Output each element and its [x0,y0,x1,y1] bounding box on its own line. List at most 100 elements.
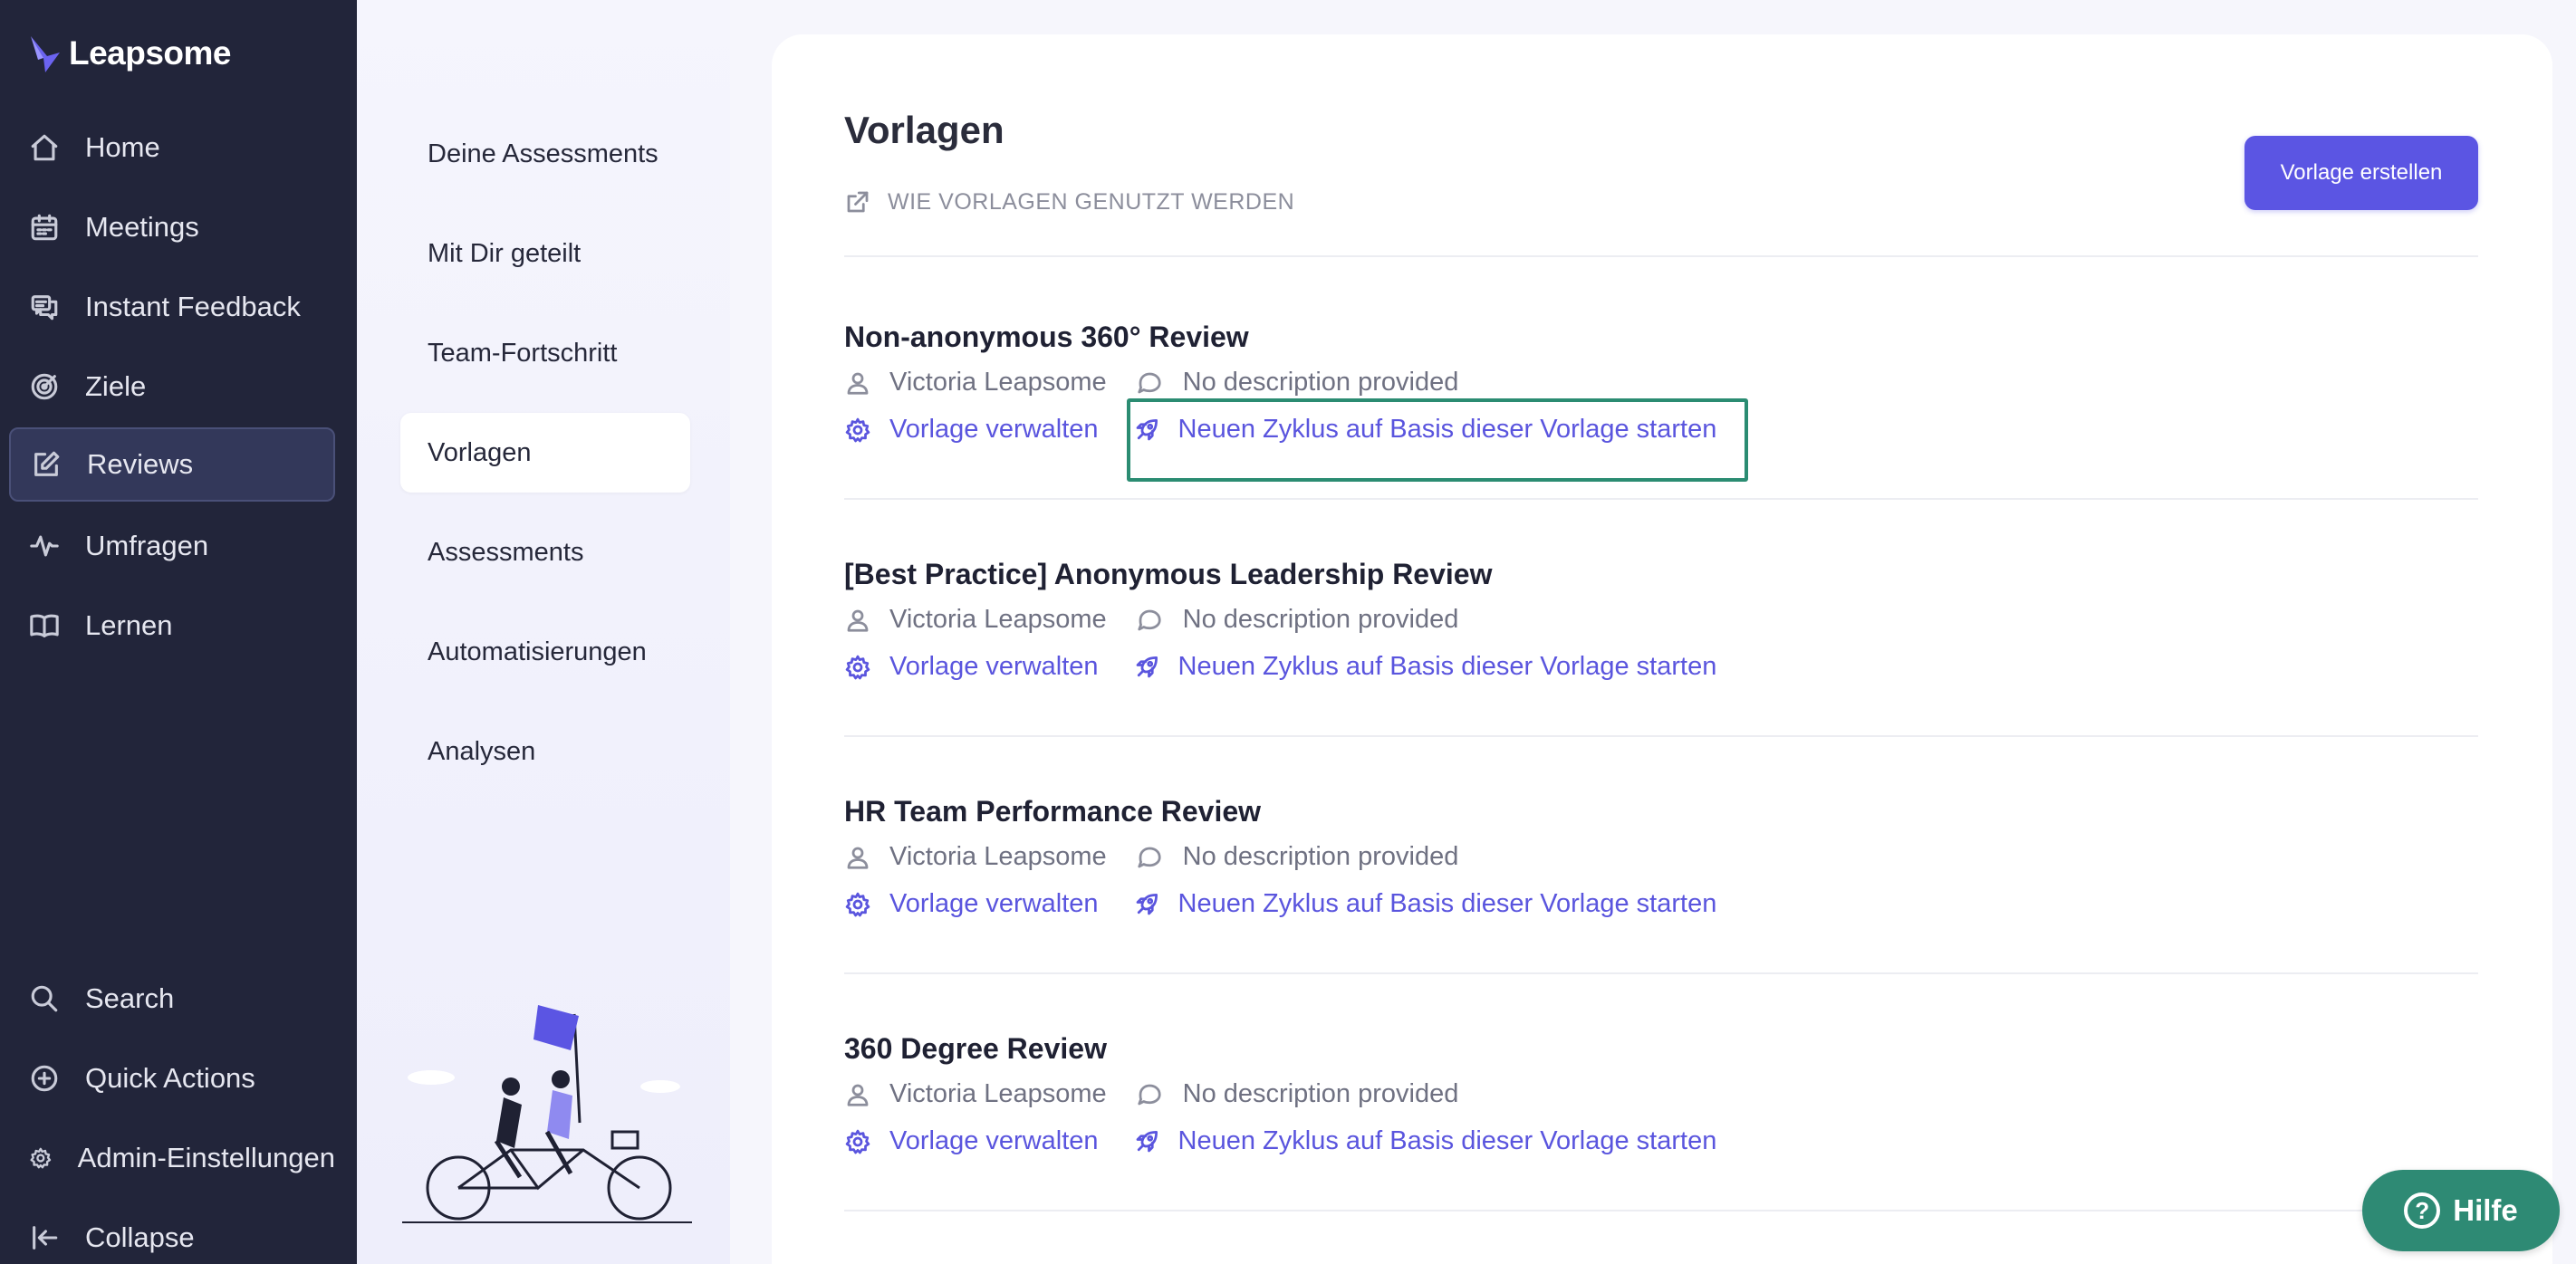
subnav-item-automatisierungen[interactable]: Automatisierungen [400,612,690,692]
divider [844,498,2478,500]
rocket-icon [1136,418,1158,440]
start-cycle-link[interactable]: Neuen Zyklus auf Basis dieser Vorlage st… [1133,1126,1717,1156]
target-icon [31,373,58,400]
start-cycle-label: Neuen Zyklus auf Basis dieser Vorlage st… [1177,889,1717,918]
start-cycle-label: Neuen Zyklus auf Basis dieser Vorlage st… [1177,1126,1717,1155]
sidebar-item-admin-settings[interactable]: Admin-Einstellungen [9,1121,335,1195]
user-icon [847,847,869,869]
template-description: No description provided [1182,842,1459,871]
sidebar-item-label: Umfragen [85,530,209,561]
sidebar-item-lernen[interactable]: Lernen [9,589,335,663]
subnav-item-analysen[interactable]: Analysen [400,712,690,791]
template-item: Non-anonymous 360° Review Victoria Leaps… [844,321,2478,502]
sidebar-item-quick-actions[interactable]: Quick Actions [9,1041,335,1116]
manage-template-label: Vorlage verwalten [889,652,1099,681]
template-title: HR Team Performance Review [844,795,1262,828]
start-cycle-label: Neuen Zyklus auf Basis dieser Vorlage st… [1177,652,1717,681]
template-description: No description provided [1182,605,1459,634]
template-description: No description provided [1182,1079,1459,1108]
template-actions: Vorlage verwalten Neuen Zyklus auf Basis… [844,889,1716,919]
manage-template-link[interactable]: Vorlage verwalten [844,1126,1099,1156]
sidebar-item-search[interactable]: Search [9,962,335,1036]
sidebar-item-label: Instant Feedback [85,291,301,322]
search-icon [31,985,58,1012]
leapsome-logo[interactable]: Leapsome [27,31,232,76]
chat-bubbles-icon [31,295,58,321]
sidebar-item-label: Lernen [85,609,173,641]
manage-template-label: Vorlage verwalten [889,889,1099,918]
manage-template-link[interactable]: Vorlage verwalten [844,652,1099,682]
start-cycle-link[interactable]: Neuen Zyklus auf Basis dieser Vorlage st… [1133,889,1717,919]
template-actions: Vorlage verwalten Neuen Zyklus auf Basis… [844,652,1716,682]
start-cycle-link[interactable]: Neuen Zyklus auf Basis dieser Vorlage st… [1133,652,1717,682]
subnav-item-deine-assessments[interactable]: Deine Assessments [400,114,690,194]
sidebar-item-label: Meetings [85,211,199,243]
gear-icon [845,417,870,442]
sidebar-item-label: Home [85,131,160,163]
sidebar-item-umfragen[interactable]: Umfragen [9,509,335,583]
template-title: [Best Practice] Anonymous Leadership Rev… [844,558,1493,590]
template-author: Victoria Leapsome [889,1079,1107,1108]
template-title: Non-anonymous 360° Review [844,321,1249,353]
divider [844,735,2478,737]
subnav-item-team-fortschritt[interactable]: Team-Fortschritt [400,313,690,393]
sidebar-item-reviews[interactable]: Reviews [9,427,335,502]
user-icon [847,372,869,395]
rocket-icon [1136,1130,1158,1152]
subnav-item-assessments[interactable]: Assessments [400,512,690,592]
gear-icon [845,1129,870,1154]
manage-template-link[interactable]: Vorlage verwalten [844,889,1099,919]
template-meta: Victoria Leapsome No description provide… [844,368,1458,397]
template-item: [Best Practice] Anonymous Leadership Rev… [844,558,2478,739]
brand-name: Leapsome [69,34,232,72]
edit-icon [34,451,60,476]
help-button[interactable]: ? Hilfe [2362,1170,2560,1251]
leapsome-bird-icon [31,36,60,72]
sidebar-item-meetings[interactable]: Meetings [9,190,335,264]
gear-icon [845,892,870,916]
template-author: Victoria Leapsome [889,368,1107,397]
template-description: No description provided [1182,368,1459,397]
sidebar-item-collapse[interactable]: Collapse [9,1201,335,1264]
start-cycle-label: Neuen Zyklus auf Basis dieser Vorlage st… [1177,415,1717,444]
collapse-icon [33,1226,58,1250]
template-actions: Vorlage verwalten Neuen Zyklus auf Basis… [844,1126,1716,1156]
manage-template-label: Vorlage verwalten [889,415,1099,444]
user-icon [847,609,869,632]
manage-template-link[interactable]: Vorlage verwalten [844,415,1099,445]
templates-panel: Vorlagen WIE VORLAGEN GENUTZT WERDEN Vor… [772,34,2552,1264]
sidebar-item-ziele[interactable]: Ziele [9,350,335,424]
subnav-item-mit-dir-geteilt[interactable]: Mit Dir geteilt [400,214,690,293]
how-templates-are-used-link[interactable]: WIE VORLAGEN GENUTZT WERDEN [844,188,1294,215]
create-template-button[interactable]: Vorlage erstellen [2244,136,2478,210]
pulse-icon [30,535,59,557]
rocket-icon [1136,656,1158,677]
gear-icon [30,1147,52,1169]
page-title: Vorlagen [844,109,1004,151]
template-author: Victoria Leapsome [889,605,1107,634]
comment-icon [1138,609,1161,630]
comment-icon [1138,372,1161,393]
home-icon [31,134,58,161]
help-link-label: WIE VORLAGEN GENUTZT WERDEN [888,188,1295,215]
divider [844,1210,2478,1211]
book-icon [30,614,59,637]
template-meta: Victoria Leapsome No description provide… [844,1079,1458,1109]
calendar-icon [31,214,58,241]
start-cycle-link[interactable]: Neuen Zyklus auf Basis dieser Vorlage st… [1133,415,1717,445]
sidebar-item-home[interactable]: Home [9,110,335,185]
external-link-icon [847,191,869,213]
plus-circle-icon [31,1065,58,1092]
sidebar-item-label: Search [85,982,175,1014]
sidebar-item-label: Reviews [87,448,194,480]
subnav-item-vorlagen[interactable]: Vorlagen [400,413,690,493]
manage-template-label: Vorlage verwalten [889,1126,1099,1155]
sidebar-item-instant-feedback[interactable]: Instant Feedback [9,270,335,344]
template-author: Victoria Leapsome [889,842,1107,871]
template-actions: Vorlage verwalten Neuen Zyklus auf Basis… [844,415,1716,445]
sidebar-item-label: Admin-Einstellungen [77,1142,335,1173]
sidebar-item-label: Ziele [85,370,147,402]
template-meta: Victoria Leapsome No description provide… [844,605,1458,635]
template-item: 360 Degree Review Victoria Leapsome No d… [844,1032,2478,1213]
tandem-bike-illustration [402,1005,692,1223]
